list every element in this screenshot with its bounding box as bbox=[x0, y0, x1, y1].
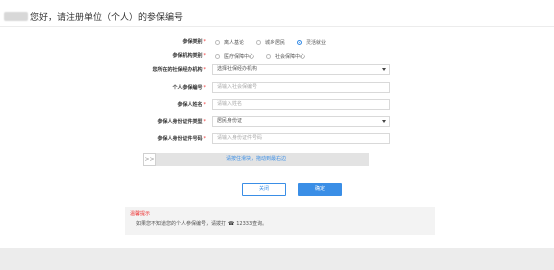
name-row: 参保人姓名* bbox=[0, 97, 554, 113]
id-number-label: 参保人身份证件号码* bbox=[157, 136, 206, 142]
personal-number-field-box bbox=[212, 82, 390, 93]
insured-type-option-0[interactable]: 离人基论 bbox=[215, 39, 244, 46]
radio-icon[interactable] bbox=[266, 53, 272, 59]
radio-icon[interactable] bbox=[215, 53, 220, 59]
confirm-button[interactable]: 确定 bbox=[298, 183, 342, 196]
footer-band bbox=[0, 248, 554, 270]
name-label: 参保人姓名* bbox=[177, 102, 206, 108]
page-title-text: 您好，请注册单位（个人）的参保编号 bbox=[30, 13, 184, 23]
slide-verify-track: 请按住滑块，拖动到最右边 >> bbox=[143, 153, 369, 166]
id-number-input[interactable] bbox=[217, 134, 389, 143]
blurred-username bbox=[4, 12, 28, 21]
radio-icon[interactable] bbox=[256, 39, 262, 45]
institution-label: 您所在的社保经办机构* bbox=[152, 67, 206, 73]
institution-select[interactable]: 选择社保经办机构 bbox=[212, 64, 390, 75]
id-number-field-box bbox=[212, 133, 390, 144]
institution-type-option-0[interactable]: 医疗保障中心 bbox=[215, 53, 254, 60]
id-type-select[interactable]: 居民身份证 bbox=[212, 116, 390, 127]
slide-verify-hint: 请按住滑块，拖动到最右边 bbox=[225, 156, 286, 162]
name-input[interactable] bbox=[217, 100, 389, 109]
header-divider bbox=[0, 26, 554, 27]
id-type-label: 参保人身份证件类型* bbox=[157, 119, 206, 125]
id-number-row: 参保人身份证件号码* bbox=[0, 131, 554, 147]
radio-icon[interactable] bbox=[215, 39, 220, 45]
insured-type-option-2[interactable]: 灵活就业 bbox=[297, 39, 326, 46]
chevron-down-icon bbox=[382, 120, 386, 123]
institution-type-option-1[interactable]: 社会保障中心 bbox=[266, 53, 305, 60]
insured-type-option-1[interactable]: 城乡居民 bbox=[256, 39, 285, 46]
tips-title: 温馨提示 bbox=[130, 211, 151, 217]
close-button[interactable]: 关闭 bbox=[242, 183, 286, 196]
page-title: 您好，请注册单位（个人）的参保编号 bbox=[4, 10, 183, 23]
personal-number-input[interactable] bbox=[217, 83, 389, 92]
name-field-box bbox=[212, 99, 390, 110]
personal-number-row: 个人参保编号* bbox=[0, 80, 554, 96]
institution-row: 您所在的社保经办机构* 选择社保经办机构 bbox=[0, 62, 554, 78]
slide-verify-handle[interactable]: >> bbox=[143, 153, 156, 166]
personal-number-label: 个人参保编号* bbox=[172, 85, 206, 91]
tips-phone: 12333 bbox=[236, 220, 253, 227]
tips-body: 如果您不知道您的个人参保编号，请拨打 ☎ 12333 查询。 bbox=[136, 220, 268, 228]
tips-box: 温馨提示 如果您不知道您的个人参保编号，请拨打 ☎ 12333 查询。 bbox=[125, 207, 435, 235]
radio-checked-icon[interactable] bbox=[297, 39, 303, 45]
id-type-row: 参保人身份证件类型* 居民身份证 bbox=[0, 114, 554, 130]
chevron-down-icon bbox=[382, 68, 386, 71]
phone-icon: ☎ bbox=[228, 220, 235, 227]
double-chevron-right-icon: >> bbox=[144, 156, 155, 163]
